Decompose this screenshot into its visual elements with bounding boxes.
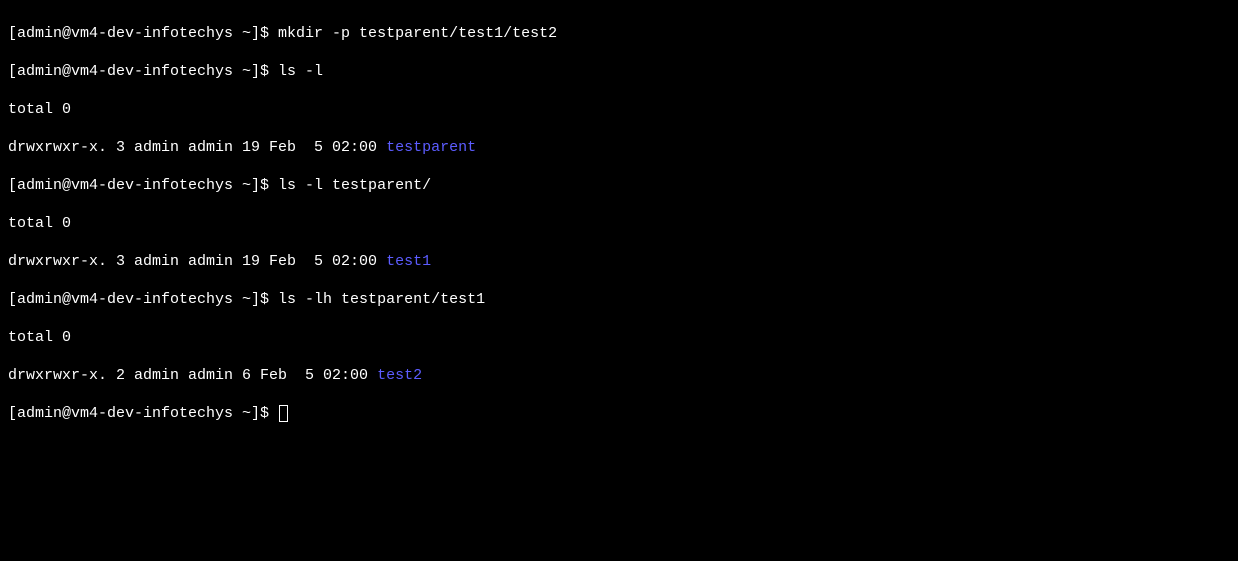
- shell-output: drwxrwxr-x. 2 admin admin 6 Feb 5 02:00: [8, 367, 377, 384]
- shell-output: total 0: [8, 101, 71, 118]
- shell-prompt: [admin@vm4-dev-infotechys ~]$: [8, 63, 278, 80]
- terminal-line: drwxrwxr-x. 2 admin admin 6 Feb 5 02:00 …: [8, 366, 1230, 385]
- shell-output: drwxrwxr-x. 3 admin admin 19 Feb 5 02:00: [8, 139, 386, 156]
- directory-name: test1: [386, 253, 431, 270]
- shell-command: ls -l testparent/: [278, 177, 431, 194]
- terminal-line: total 0: [8, 328, 1230, 347]
- terminal-line: [admin@vm4-dev-infotechys ~]$ mkdir -p t…: [8, 24, 1230, 43]
- terminal-line: [admin@vm4-dev-infotechys ~]$ ls -l: [8, 62, 1230, 81]
- terminal-line: [admin@vm4-dev-infotechys ~]$ ls -l test…: [8, 176, 1230, 195]
- cursor-icon[interactable]: [279, 405, 288, 422]
- terminal-line: total 0: [8, 214, 1230, 233]
- terminal-line: [admin@vm4-dev-infotechys ~]$ ls -lh tes…: [8, 290, 1230, 309]
- shell-output: drwxrwxr-x. 3 admin admin 19 Feb 5 02:00: [8, 253, 386, 270]
- shell-prompt: [admin@vm4-dev-infotechys ~]$: [8, 405, 278, 422]
- terminal-output[interactable]: [admin@vm4-dev-infotechys ~]$ mkdir -p t…: [8, 5, 1230, 442]
- terminal-line: drwxrwxr-x. 3 admin admin 19 Feb 5 02:00…: [8, 252, 1230, 271]
- shell-output: total 0: [8, 215, 71, 232]
- shell-command: ls -lh testparent/test1: [278, 291, 485, 308]
- terminal-line: total 0: [8, 100, 1230, 119]
- shell-prompt: [admin@vm4-dev-infotechys ~]$: [8, 177, 278, 194]
- shell-command: ls -l: [278, 63, 323, 80]
- shell-output: total 0: [8, 329, 71, 346]
- terminal-line: drwxrwxr-x. 3 admin admin 19 Feb 5 02:00…: [8, 138, 1230, 157]
- shell-prompt: [admin@vm4-dev-infotechys ~]$: [8, 291, 278, 308]
- terminal-line: [admin@vm4-dev-infotechys ~]$: [8, 404, 1230, 423]
- shell-prompt: [admin@vm4-dev-infotechys ~]$: [8, 25, 278, 42]
- directory-name: test2: [377, 367, 422, 384]
- directory-name: testparent: [386, 139, 476, 156]
- shell-command: mkdir -p testparent/test1/test2: [278, 25, 557, 42]
